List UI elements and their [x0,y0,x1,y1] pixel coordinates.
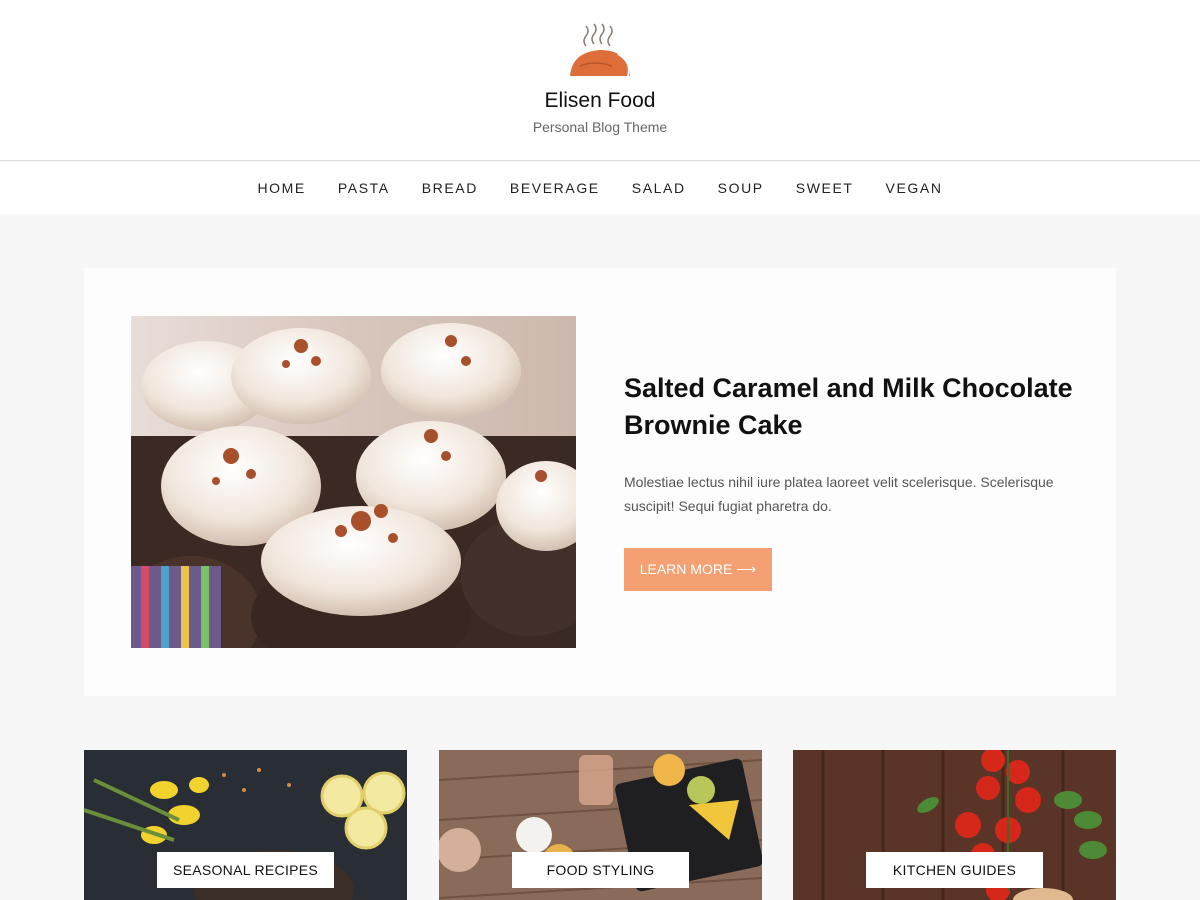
nav-item-soup[interactable]: SOUP [702,180,780,196]
nav-item-sweet[interactable]: SWEET [780,180,870,196]
category-card-kitchen-guides[interactable]: KITCHEN GUIDES [793,750,1116,900]
nav-item-beverage[interactable]: BEVERAGE [494,180,616,196]
site-header: Elisen Food Personal Blog Theme [0,0,1200,161]
nav-list: HOME PASTA BREAD BEVERAGE SALAD SOUP SWE… [0,162,1200,214]
learn-more-button[interactable]: LEARN MORE ⟶ [624,548,772,591]
nav-item-bread[interactable]: BREAD [406,180,494,196]
category-label[interactable]: SEASONAL RECIPES [157,852,334,888]
featured-post: Salted Caramel and Milk Chocolate Browni… [84,268,1116,696]
cupcakes-photo [131,316,576,648]
featured-post-image[interactable] [131,316,576,648]
category-card-seasonal-recipes[interactable]: SEASONAL RECIPES [84,750,407,900]
featured-post-excerpt: Molestiae lectus nihil iure platea laore… [624,474,1054,514]
nav-item-salad[interactable]: SALAD [616,180,702,196]
site-title[interactable]: Elisen Food [0,89,1200,113]
nav-item-home[interactable]: HOME [241,180,321,196]
steaming-food-logo-icon[interactable] [566,22,634,80]
nav-item-pasta[interactable]: PASTA [322,180,406,196]
site-tagline: Personal Blog Theme [532,119,668,135]
category-label[interactable]: FOOD STYLING [512,852,689,888]
featured-post-title[interactable]: Salted Caramel and Milk Chocolate Browni… [624,370,1084,444]
category-card-food-styling[interactable]: FOOD STYLING [439,750,762,900]
category-label[interactable]: KITCHEN GUIDES [866,852,1043,888]
main-navigation: HOME PASTA BREAD BEVERAGE SALAD SOUP SWE… [0,162,1200,214]
nav-item-vegan[interactable]: VEGAN [870,180,959,196]
